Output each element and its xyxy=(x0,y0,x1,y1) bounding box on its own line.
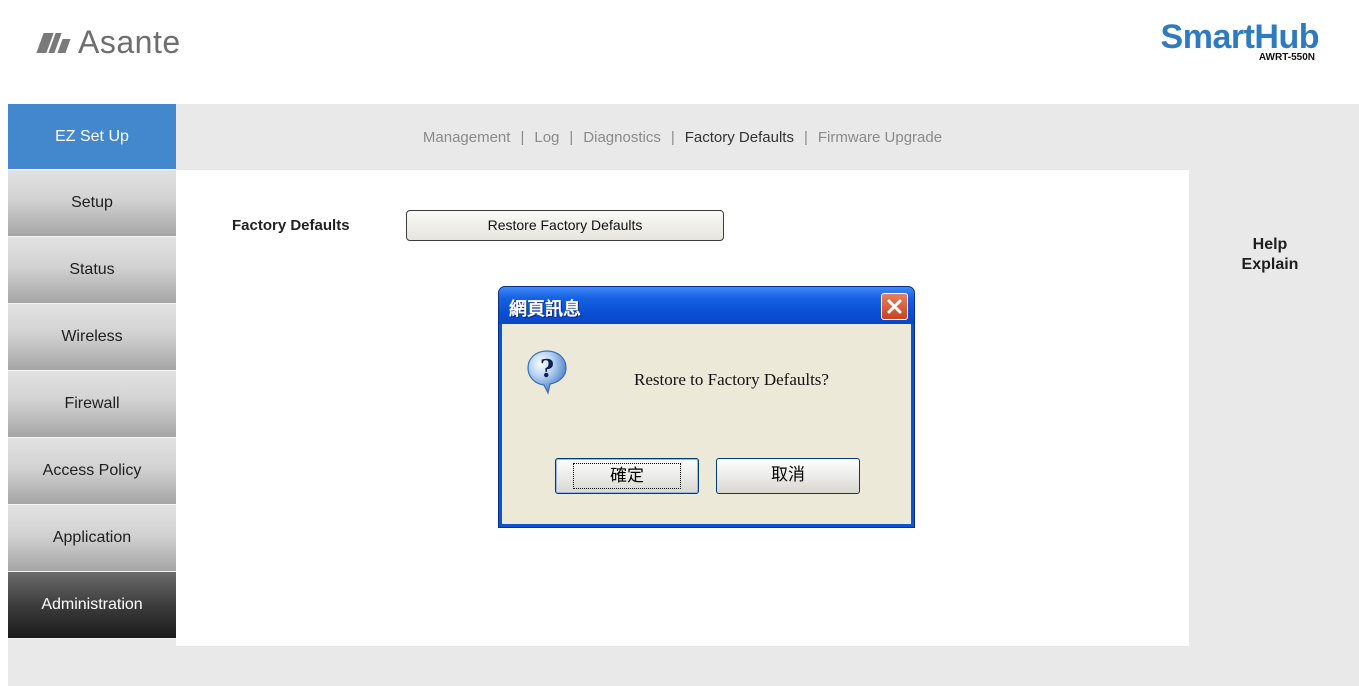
dialog-title: 網頁訊息 xyxy=(509,299,581,320)
smarthub-brand: SmartHub xyxy=(1160,18,1320,56)
confirm-dialog: 網頁訊息 ? Restore to Factory Defaults? 確定 取… xyxy=(498,286,915,528)
sidebar-item-setup[interactable]: Setup xyxy=(8,170,176,237)
nav-separator: | xyxy=(569,128,574,146)
factory-defaults-label: Factory Defaults xyxy=(232,217,350,234)
asante-logo: Asante xyxy=(36,24,181,61)
help-explain[interactable]: Explain xyxy=(1220,255,1320,275)
cancel-button[interactable]: 取消 xyxy=(716,458,860,494)
nav-link-log[interactable]: Log xyxy=(534,129,559,146)
sidebar-item-wireless[interactable]: Wireless xyxy=(8,304,176,371)
nav-separator: | xyxy=(520,128,525,146)
nav-link-firmware-upgrade[interactable]: Firmware Upgrade xyxy=(818,129,942,146)
sidebar-item-status[interactable]: Status xyxy=(8,237,176,304)
nav-link-factory-defaults[interactable]: Factory Defaults xyxy=(685,129,794,146)
ok-button-label: 確定 xyxy=(573,463,681,489)
help-panel: Help Explain xyxy=(1220,235,1320,275)
sidebar-item-application[interactable]: Application xyxy=(8,505,176,572)
sidebar-item-access-policy[interactable]: Access Policy xyxy=(8,438,176,505)
dialog-body: ? Restore to Factory Defaults? 確定 取消 xyxy=(502,324,911,524)
top-nav: Management | Log | Diagnostics | Factory… xyxy=(176,104,1189,170)
sidebar-item-administration[interactable]: Administration xyxy=(8,572,176,639)
asante-logo-text: Asante xyxy=(78,24,181,60)
dialog-message: Restore to Factory Defaults? xyxy=(634,370,829,389)
smarthub-logo: SmartHub AWRT-550N xyxy=(1160,18,1320,63)
asante-logo-icon xyxy=(36,29,72,57)
svg-text:?: ? xyxy=(540,354,554,383)
nav-link-management[interactable]: Management xyxy=(423,129,511,146)
sidebar: EZ Set Up Setup Status Wireless Firewall… xyxy=(8,104,176,639)
nav-separator: | xyxy=(803,128,808,146)
ok-button[interactable]: 確定 xyxy=(555,458,699,494)
nav-separator: | xyxy=(670,128,675,146)
close-icon[interactable] xyxy=(881,293,908,320)
nav-link-diagnostics[interactable]: Diagnostics xyxy=(583,129,661,146)
help-title[interactable]: Help xyxy=(1220,235,1320,255)
restore-factory-defaults-button[interactable]: Restore Factory Defaults xyxy=(406,210,724,241)
question-icon: ? xyxy=(526,349,568,395)
sidebar-item-ez-setup[interactable]: EZ Set Up xyxy=(8,104,176,170)
sidebar-item-firewall[interactable]: Firewall xyxy=(8,371,176,438)
dialog-titlebar[interactable]: 網頁訊息 xyxy=(499,287,914,324)
